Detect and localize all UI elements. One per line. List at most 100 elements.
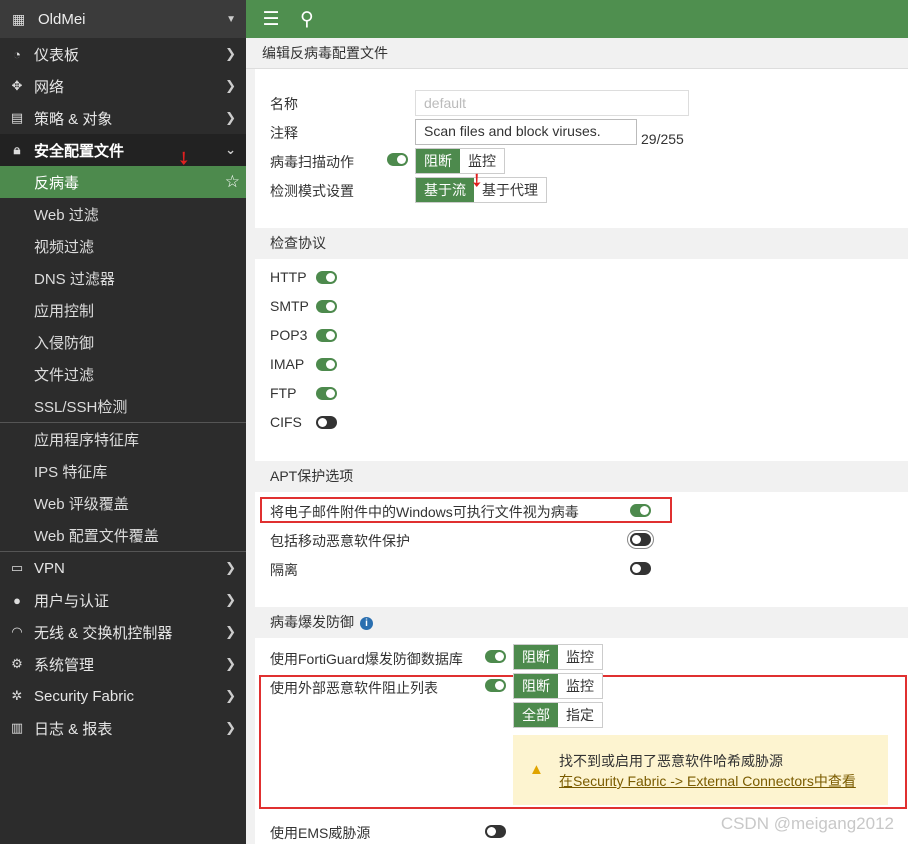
protocol-ftp-toggle[interactable] — [316, 387, 337, 400]
vpn-icon: ▭ — [10, 560, 24, 575]
protocol-pop3-label: POP3 — [270, 327, 308, 343]
star-icon[interactable]: ☆ — [225, 166, 240, 198]
section-outbreak: 病毒爆发防御 i — [255, 607, 908, 638]
sidebar-sub-antivirus[interactable]: 反病毒 ☆ — [0, 166, 246, 198]
dashboard-icon: ◔ — [13, 46, 21, 62]
external-blocklist-label: 使用外部恶意软件阻止列表 — [270, 680, 438, 696]
name-label: 名称 — [270, 96, 298, 112]
specify-option[interactable]: 指定 — [558, 703, 602, 727]
protocol-http-toggle[interactable] — [316, 271, 337, 284]
chevron-right-icon: ❯ — [225, 656, 236, 671]
search-icon[interactable]: ⚲ — [296, 8, 318, 31]
monitor-option[interactable]: 监控 — [460, 149, 504, 173]
sidebar-sub-web-profile-override[interactable]: Web 配置文件覆盖 — [0, 519, 246, 551]
sidebar-item-dashboard[interactable]: ◔ 仪表板 ❯ — [0, 38, 246, 70]
external-action-segment: 阻断 监控 — [513, 673, 603, 699]
apt-mobile-toggle[interactable] — [627, 530, 654, 549]
policy-icon: ▤ — [10, 110, 24, 125]
sidebar-item-system[interactable]: ⚙ 系统管理 ❯ — [0, 648, 246, 680]
protocol-pop3-toggle[interactable] — [316, 329, 337, 342]
ems-toggle[interactable] — [485, 825, 506, 838]
comment-textarea[interactable]: Scan files and block viruses. — [415, 119, 637, 145]
sidebar-item-log[interactable]: ▥ 日志 & 报表 ❯ — [0, 712, 246, 744]
fortiguard-toggle[interactable] — [485, 650, 506, 663]
sidebar-item-security-profiles[interactable]: 🔒︎ 安全配置文件 ⌄ — [0, 134, 246, 166]
sidebar-item-network[interactable]: ✥ 网络 ❯ — [0, 70, 246, 102]
sidebar-sub-video-filter[interactable]: 视频过滤 — [0, 230, 246, 262]
chevron-right-icon: ❯ — [225, 560, 236, 575]
external-connectors-link[interactable]: 在Security Fabric -> External Connectors中… — [559, 771, 856, 791]
sidebar-sub-ips-signatures[interactable]: IPS 特征库 — [0, 455, 246, 487]
sidebar-sub-dns-filter[interactable]: DNS 过滤器 — [0, 262, 246, 294]
gutter — [246, 69, 255, 844]
comment-count: 29/255 — [641, 131, 684, 147]
protocol-http-label: HTTP — [270, 269, 307, 285]
info-icon[interactable]: i — [360, 617, 373, 630]
warning-box: ▲ 找不到或启用了恶意软件哈希威胁源 在Security Fabric -> E… — [513, 735, 888, 805]
block-option[interactable]: 阻断 — [416, 149, 460, 173]
chevron-right-icon: ❯ — [225, 46, 236, 61]
sidebar-item-vpn[interactable]: ▭ VPN ❯ — [0, 552, 246, 584]
all-option[interactable]: 全部 — [514, 703, 558, 727]
name-input[interactable]: default — [415, 90, 689, 116]
sidebar-sub-web-rating[interactable]: Web 评级覆盖 — [0, 487, 246, 519]
lock-icon: 🔒︎ — [13, 142, 21, 157]
chart-icon: ▥ — [10, 720, 24, 735]
sidebar-sub-app-control[interactable]: 应用控制 — [0, 294, 246, 326]
chevron-right-icon: ❯ — [225, 688, 236, 703]
protocol-smtp-label: SMTP — [270, 298, 309, 314]
monitor-option[interactable]: 监控 — [558, 674, 602, 698]
gear-icon: ⚙ — [11, 656, 23, 671]
protocol-cifs-toggle[interactable] — [316, 416, 337, 429]
block-option[interactable]: 阻断 — [514, 674, 558, 698]
protocol-ftp-label: FTP — [270, 385, 297, 401]
scan-action-label: 病毒扫描动作 — [270, 154, 354, 170]
protocol-cifs-label: CIFS — [270, 414, 302, 430]
chevron-right-icon: ❯ — [225, 78, 236, 93]
fortiguard-action-segment: 阻断 监控 — [513, 644, 603, 670]
external-scope-segment: 全部 指定 — [513, 702, 603, 728]
brand-header[interactable]: ▦ OldMei ▼ — [0, 0, 246, 38]
ems-label: 使用EMS威胁源 — [270, 825, 371, 841]
main-content: 名称 default 注释 Scan files and block virus… — [255, 82, 908, 844]
external-blocklist-toggle[interactable] — [485, 679, 506, 692]
scan-action-segment: 阻断 监控 — [415, 148, 505, 174]
network-icon: ✥ — [11, 78, 23, 93]
sidebar-sub-ips[interactable]: 入侵防御 — [0, 326, 246, 358]
brand-name: OldMei — [38, 10, 86, 28]
top-bar: ☰ ⚲ — [246, 0, 908, 38]
user-icon: ● — [13, 592, 21, 608]
scan-action-toggle[interactable] — [387, 153, 408, 166]
fabric-icon: ✲ — [11, 688, 23, 703]
apt-windows-exe-label: 将电子邮件附件中的Windows可执行文件视为病毒 — [270, 504, 579, 520]
sidebar-item-user[interactable]: ● 用户与认证 ❯ — [0, 584, 246, 616]
sidebar-item-security-fabric[interactable]: ✲ Security Fabric ❯ — [0, 680, 246, 712]
detect-mode-label: 检测模式设置 — [270, 183, 354, 199]
sidebar-item-wifi[interactable]: ◠ 无线 & 交换机控制器 ❯ — [0, 616, 246, 648]
chevron-right-icon: ❯ — [225, 110, 236, 125]
warning-text: 找不到或启用了恶意软件哈希威胁源 — [559, 753, 783, 769]
chevron-down-icon: ⌄ — [225, 142, 236, 157]
wifi-icon: ◠ — [11, 624, 23, 639]
chevron-down-icon[interactable]: ▼ — [226, 14, 236, 25]
sidebar-sub-app-signatures[interactable]: 应用程序特征库 — [0, 423, 246, 455]
sidebar-item-policy[interactable]: ▤ 策略 & 对象 ❯ — [0, 102, 246, 134]
chevron-right-icon: ❯ — [225, 624, 236, 639]
sidebar-sub-ssl-ssh[interactable]: SSL/SSH检测 — [0, 390, 246, 422]
protocol-smtp-toggle[interactable] — [316, 300, 337, 313]
apt-mobile-label: 包括移动恶意软件保护 — [270, 533, 410, 549]
protocol-imap-toggle[interactable] — [316, 358, 337, 371]
apt-windows-exe-toggle[interactable] — [630, 504, 651, 517]
monitor-option[interactable]: 监控 — [558, 645, 602, 669]
chevron-right-icon: ❯ — [225, 592, 236, 607]
menu-icon[interactable]: ☰ — [260, 8, 282, 31]
watermark: CSDN @meigang2012 — [720, 814, 894, 833]
sidebar-sub-file-filter[interactable]: 文件过滤 — [0, 358, 246, 390]
section-apt: APT保护选项 — [255, 461, 908, 492]
page-title: 编辑反病毒配置文件 — [246, 38, 908, 69]
block-option[interactable]: 阻断 — [514, 645, 558, 669]
sidebar: ▦ OldMei ▼ ◔ 仪表板 ❯ ✥ 网络 ❯ ▤ 策略 & 对象 ❯ 🔒︎ 安全配置文件… — [0, 0, 246, 844]
apt-quarantine-toggle[interactable] — [630, 562, 651, 575]
sidebar-sub-web-filter[interactable]: Web 过滤 — [0, 198, 246, 230]
chevron-right-icon: ❯ — [225, 720, 236, 735]
